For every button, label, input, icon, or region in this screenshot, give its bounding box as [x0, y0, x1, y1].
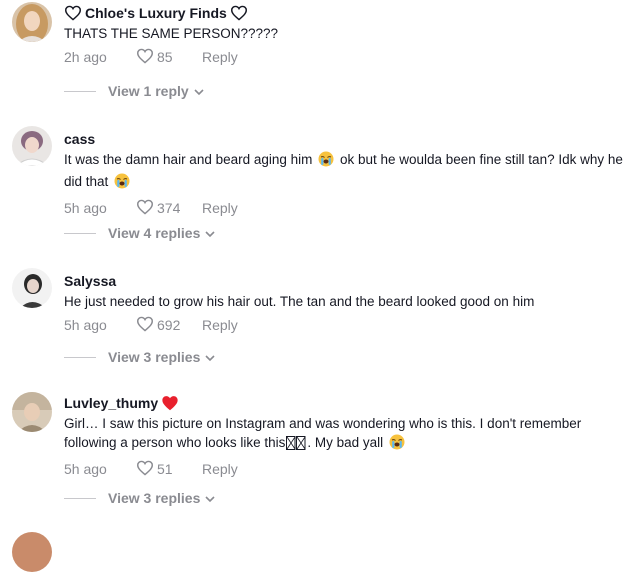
- like-count: 374: [157, 200, 181, 216]
- like-button[interactable]: 51: [136, 460, 202, 479]
- divider-line: [64, 232, 96, 234]
- comment-timestamp: 5h ago: [64, 317, 107, 333]
- username-text: cass: [64, 131, 96, 147]
- comment-text: Girl… I saw this picture on Instagram an…: [64, 414, 630, 455]
- view-replies-label: View 4 replies: [108, 225, 201, 241]
- chevron-down-icon: [205, 225, 215, 241]
- comment-text: He just needed to grow his hair out. The…: [64, 294, 535, 309]
- like-count: 85: [157, 49, 173, 65]
- loudly-crying-face-emoji: [389, 434, 405, 455]
- username-text: Chloe's Luxury Finds: [85, 5, 227, 21]
- missing-glyph-icon: [286, 436, 306, 455]
- view-replies-label: View 1 reply: [108, 83, 189, 99]
- view-replies-label: View 3 replies: [108, 349, 201, 365]
- reply-button[interactable]: Reply: [202, 200, 238, 216]
- heart-outline-icon: [230, 5, 248, 21]
- like-count: 51: [157, 461, 173, 477]
- heart-outline-icon: [136, 48, 154, 67]
- comment-text: THATS THE SAME PERSON?????: [64, 26, 279, 41]
- avatar[interactable]: [12, 268, 52, 308]
- username-text: Salyssa: [64, 273, 117, 289]
- heart-outline-icon: [64, 5, 82, 21]
- divider-line: [64, 497, 96, 499]
- divider-line: [64, 90, 96, 92]
- heart-outline-icon: [136, 199, 154, 218]
- like-button[interactable]: 692: [136, 316, 202, 335]
- like-count: 692: [157, 317, 181, 333]
- heart-outline-icon: [136, 316, 154, 335]
- loudly-crying-face-emoji: [318, 151, 334, 172]
- comment-timestamp: 2h ago: [64, 49, 107, 65]
- comment-username[interactable]: Luvley_thumy: [64, 394, 630, 412]
- view-replies-label: View 3 replies: [108, 490, 201, 506]
- avatar[interactable]: [12, 532, 52, 572]
- comment-text-part: . My bad yall: [307, 435, 384, 450]
- comment-username[interactable]: Salyssa: [64, 272, 630, 290]
- comment-timestamp: 5h ago: [64, 200, 107, 216]
- comment-username[interactable]: cass: [64, 130, 630, 148]
- comment-text-part: It was the damn hair and beard aging him: [64, 152, 313, 167]
- view-replies-button[interactable]: View 3 replies: [64, 349, 215, 365]
- heart-outline-icon: [136, 460, 154, 479]
- loudly-crying-face-emoji: [114, 173, 130, 194]
- view-replies-button[interactable]: View 3 replies: [64, 490, 215, 506]
- chevron-down-icon: [205, 349, 215, 365]
- comment-timestamp: 5h ago: [64, 461, 107, 477]
- reply-button[interactable]: Reply: [202, 49, 238, 65]
- like-button[interactable]: 374: [136, 199, 202, 218]
- username-text: Luvley_thumy: [64, 395, 159, 411]
- chevron-down-icon: [194, 83, 204, 99]
- view-replies-button[interactable]: View 4 replies: [64, 225, 215, 241]
- like-button[interactable]: 85: [136, 48, 202, 67]
- view-replies-button[interactable]: View 1 reply: [64, 83, 204, 99]
- divider-line: [64, 356, 96, 358]
- comment-text: It was the damn hair and beard aging him…: [64, 150, 630, 194]
- comment-username[interactable]: Chloe's Luxury Finds: [64, 4, 630, 22]
- reply-button[interactable]: Reply: [202, 461, 238, 477]
- avatar[interactable]: [12, 392, 52, 432]
- avatar[interactable]: [12, 126, 52, 166]
- chevron-down-icon: [205, 490, 215, 506]
- red-heart-emoji: [161, 395, 179, 411]
- reply-button[interactable]: Reply: [202, 317, 238, 333]
- avatar[interactable]: [12, 2, 52, 42]
